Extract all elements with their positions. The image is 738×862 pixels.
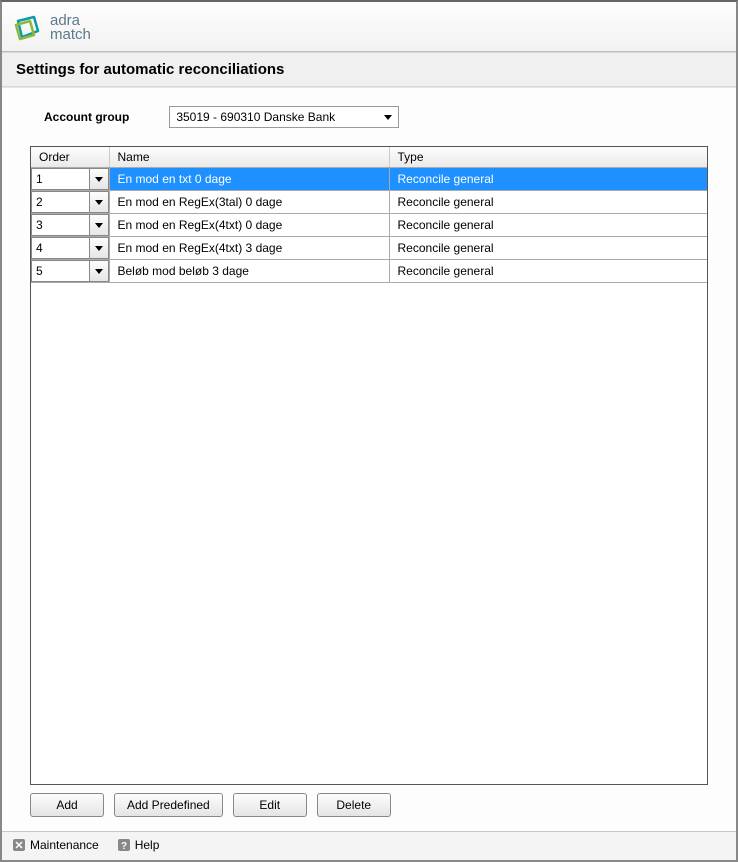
name-cell: En mod en txt 0 dage bbox=[109, 168, 389, 191]
titlebar: adra match bbox=[2, 2, 736, 52]
type-cell: Reconcile general bbox=[389, 191, 707, 214]
account-group-selected: 35019 - 690310 Danske Bank bbox=[176, 110, 335, 124]
chevron-down-icon bbox=[95, 246, 103, 251]
help-label: Help bbox=[135, 838, 160, 852]
logo-icon bbox=[12, 13, 42, 43]
order-dropdown[interactable]: 3 bbox=[31, 214, 109, 236]
chevron-down-icon bbox=[95, 200, 103, 205]
account-group-row: Account group 35019 - 690310 Danske Bank bbox=[30, 106, 708, 128]
col-header-name[interactable]: Name bbox=[109, 147, 389, 168]
brand-line2: match bbox=[50, 28, 91, 42]
add-button[interactable]: Add bbox=[30, 793, 104, 817]
col-header-order[interactable]: Order bbox=[31, 147, 109, 168]
type-cell: Reconcile general bbox=[389, 168, 707, 191]
account-group-dropdown[interactable]: 35019 - 690310 Danske Bank bbox=[169, 106, 399, 128]
order-cell: 3 bbox=[31, 214, 109, 237]
table-row[interactable]: 4 En mod en RegEx(4txt) 3 dageReconcile g… bbox=[31, 237, 707, 260]
chevron-down-icon bbox=[384, 115, 392, 120]
account-group-label: Account group bbox=[44, 110, 129, 124]
button-row: Add Add Predefined Edit Delete bbox=[30, 793, 708, 821]
maintenance-icon bbox=[12, 838, 26, 852]
col-header-type[interactable]: Type bbox=[389, 147, 707, 168]
rules-table: Order Name Type 1En mod en txt 0 dageRec… bbox=[31, 147, 707, 283]
order-dropdown-button[interactable] bbox=[90, 192, 108, 212]
name-cell: En mod en RegEx(4txt) 0 dage bbox=[109, 214, 389, 237]
table-row[interactable]: 3 En mod en RegEx(4txt) 0 dageReconcile g… bbox=[31, 214, 707, 237]
order-value: 2 bbox=[32, 192, 90, 212]
table-row[interactable]: 5 Beløb mod beløb 3 dageReconcile general bbox=[31, 260, 707, 283]
order-dropdown[interactable]: 1 bbox=[31, 168, 109, 190]
delete-button[interactable]: Delete bbox=[317, 793, 391, 817]
order-cell: 2 bbox=[31, 191, 109, 214]
svg-text:?: ? bbox=[121, 841, 127, 852]
type-cell: Reconcile general bbox=[389, 237, 707, 260]
order-value: 5 bbox=[32, 261, 90, 281]
order-cell: 1 bbox=[31, 168, 109, 191]
chevron-down-icon bbox=[95, 269, 103, 274]
help-icon: ? bbox=[117, 838, 131, 852]
edit-button[interactable]: Edit bbox=[233, 793, 307, 817]
type-cell: Reconcile general bbox=[389, 214, 707, 237]
order-cell: 4 bbox=[31, 237, 109, 260]
order-dropdown-button[interactable] bbox=[90, 238, 108, 258]
order-cell: 5 bbox=[31, 260, 109, 283]
order-dropdown-button[interactable] bbox=[90, 169, 108, 189]
type-cell: Reconcile general bbox=[389, 260, 707, 283]
order-dropdown[interactable]: 5 bbox=[31, 260, 109, 282]
page-title: Settings for automatic reconciliations bbox=[16, 61, 722, 78]
order-value: 4 bbox=[32, 238, 90, 258]
table-row[interactable]: 1 En mod en txt 0 dageReconcile general bbox=[31, 168, 707, 191]
rules-table-container: Order Name Type 1En mod en txt 0 dageRec… bbox=[30, 146, 708, 785]
chevron-down-icon bbox=[95, 223, 103, 228]
statusbar: Maintenance ? Help bbox=[2, 831, 736, 860]
add-predefined-button[interactable]: Add Predefined bbox=[114, 793, 223, 817]
help-link[interactable]: ? Help bbox=[117, 838, 160, 852]
maintenance-label: Maintenance bbox=[30, 838, 99, 852]
order-dropdown[interactable]: 2 bbox=[31, 191, 109, 213]
page-header: Settings for automatic reconciliations bbox=[2, 52, 736, 87]
maintenance-link[interactable]: Maintenance bbox=[12, 838, 99, 852]
order-dropdown-button[interactable] bbox=[90, 215, 108, 235]
table-row[interactable]: 2 En mod en RegEx(3tal) 0 dageReconcile g… bbox=[31, 191, 707, 214]
order-value: 3 bbox=[32, 215, 90, 235]
brand-logo: adra match bbox=[12, 13, 91, 43]
name-cell: En mod en RegEx(4txt) 3 dage bbox=[109, 237, 389, 260]
chevron-down-icon bbox=[95, 177, 103, 182]
order-value: 1 bbox=[32, 169, 90, 189]
name-cell: Beløb mod beløb 3 dage bbox=[109, 260, 389, 283]
content-area: Account group 35019 - 690310 Danske Bank… bbox=[2, 87, 736, 831]
name-cell: En mod en RegEx(3tal) 0 dage bbox=[109, 191, 389, 214]
order-dropdown-button[interactable] bbox=[90, 261, 108, 281]
order-dropdown[interactable]: 4 bbox=[31, 237, 109, 259]
